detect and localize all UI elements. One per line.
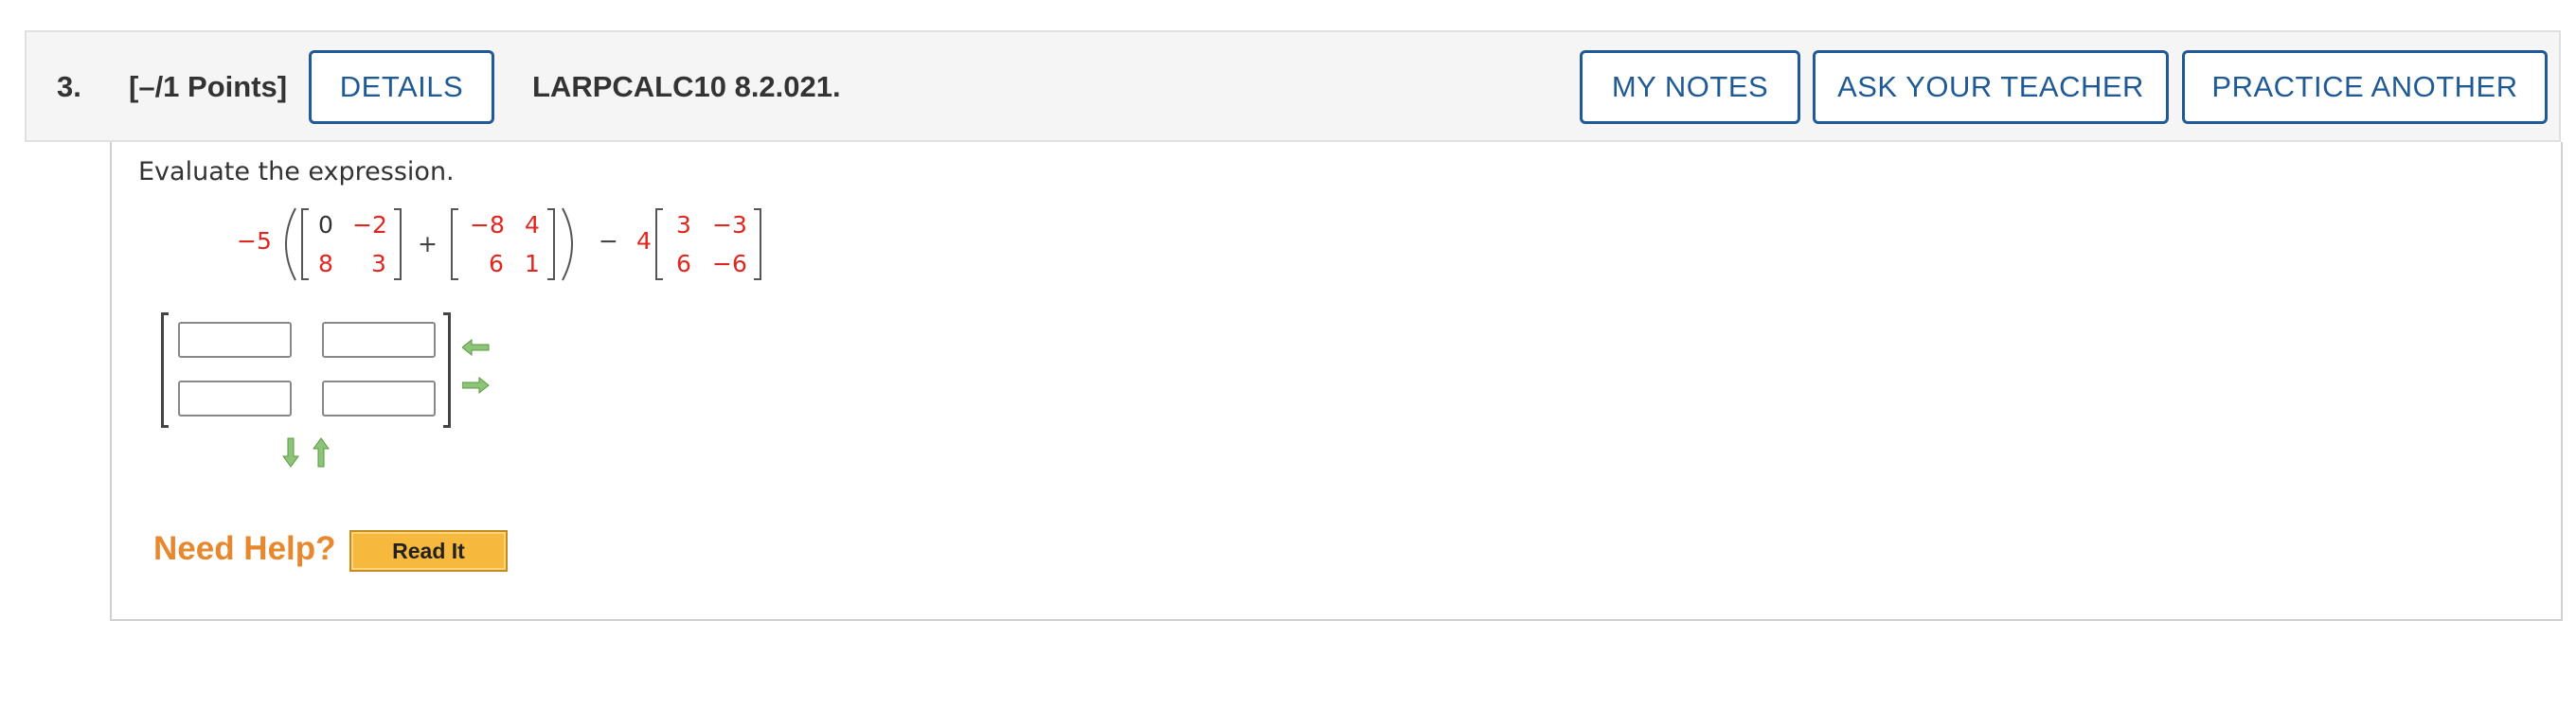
m3-a21: 6: [676, 250, 691, 277]
matrix2-right-bracket: [547, 208, 555, 280]
answer-right-bracket: [443, 312, 451, 428]
answer-cell-r2c1[interactable]: [178, 381, 292, 417]
m3-a11: 3: [676, 211, 691, 239]
practice-another-button[interactable]: PRACTICE ANOTHER: [2182, 50, 2548, 124]
m1-a12: −2: [352, 211, 387, 239]
question-prompt: Evaluate the expression.: [138, 157, 455, 186]
right-paren: [562, 207, 573, 281]
question-points: [–/1 Points]: [129, 70, 288, 103]
answer-cell-r1c2[interactable]: [322, 322, 436, 358]
m2-a22: 1: [525, 250, 540, 277]
m2-a21: 6: [489, 250, 504, 277]
details-button[interactable]: DETAILS: [309, 50, 494, 124]
m3-a22: −6: [712, 250, 747, 277]
answer-cell-r2c2[interactable]: [322, 381, 436, 417]
m2-a12: 4: [525, 211, 540, 239]
m3-a12: −3: [712, 211, 747, 239]
m1-a11: 0: [318, 211, 333, 239]
question-id: LARPCALC10 8.2.021.: [532, 70, 841, 103]
arrow-down-icon[interactable]: [282, 437, 299, 468]
answer-cell-r1c1[interactable]: [178, 322, 292, 358]
ask-teacher-button[interactable]: ASK YOUR TEACHER: [1813, 50, 2169, 124]
m2-a11: −8: [470, 211, 505, 239]
matrix3-left-bracket: [655, 208, 663, 280]
minus-sign: −: [599, 227, 618, 255]
question-header: 3. [–/1 Points] DETAILS LARPCALC10 8.2.0…: [25, 30, 2561, 142]
m1-a21: 8: [318, 250, 333, 277]
matrix2-left-bracket: [451, 208, 458, 280]
arrow-up-icon[interactable]: [313, 437, 330, 468]
read-it-button[interactable]: Read It: [349, 530, 508, 572]
m1-a22: 3: [371, 250, 386, 277]
matrix3-right-bracket: [754, 208, 761, 280]
matrix1-right-bracket: [394, 208, 402, 280]
arrow-left-icon[interactable]: [462, 339, 491, 356]
arrow-right-icon[interactable]: [462, 377, 491, 394]
matrix1-left-bracket: [301, 208, 309, 280]
need-help-label: Need Help?: [153, 530, 336, 567]
coefficient-1: −5: [237, 227, 272, 255]
question-number: 3.: [57, 70, 81, 103]
left-paren: [285, 207, 296, 281]
coefficient-2: 4: [636, 227, 652, 255]
answer-left-bracket: [161, 312, 169, 428]
plus-sign: +: [418, 230, 438, 257]
my-notes-button[interactable]: MY NOTES: [1580, 50, 1800, 124]
